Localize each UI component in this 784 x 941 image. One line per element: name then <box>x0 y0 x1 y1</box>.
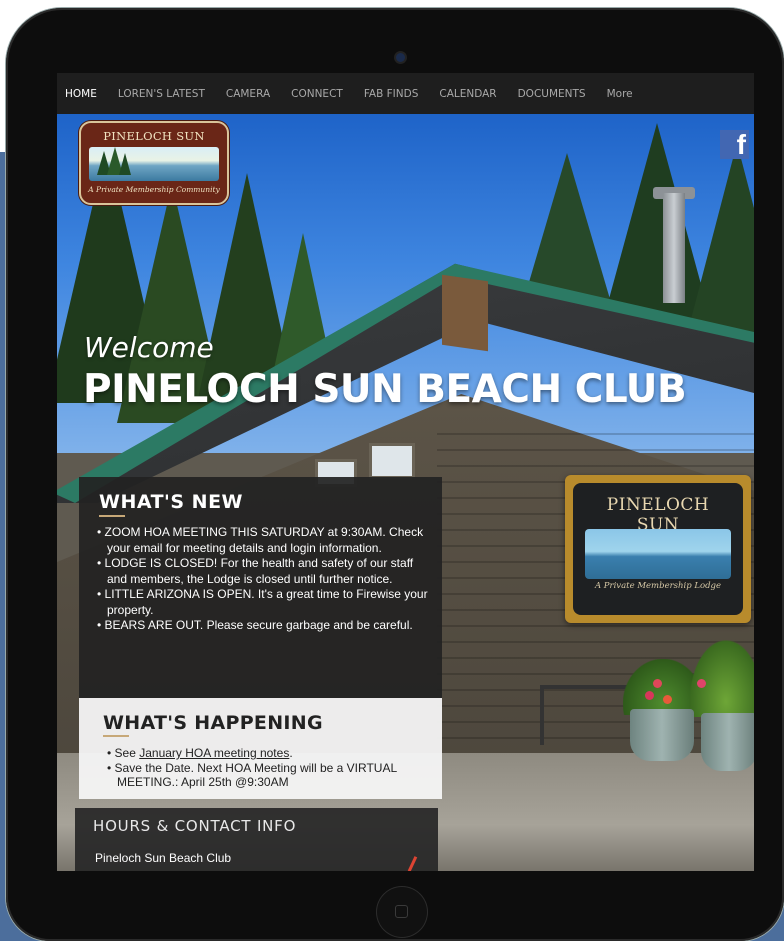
lodge-sign-scene <box>585 529 731 579</box>
lodge-sign-title: PINELOCH SUN <box>606 495 710 535</box>
hero-title: PINELOCH SUN BEACH CLUB <box>83 367 687 412</box>
list-item: LODGE IS CLOSED! For the health and safe… <box>97 556 433 587</box>
planter-pot <box>701 713 754 771</box>
whats-happening-list: See January HOA meeting notes. Save the … <box>107 746 433 790</box>
nav-item-calendar[interactable]: CALENDAR <box>439 88 496 100</box>
lodge-window <box>369 443 415 479</box>
site-logo[interactable]: PINELOCH SUN A Private Membership Commun… <box>79 121 229 205</box>
hours-line: Pineloch Sun Beach Club <box>95 851 232 865</box>
hero-welcome: Welcome <box>84 331 214 364</box>
list-item: ZOOM HOA MEETING THIS SATURDAY at 9:30AM… <box>97 525 433 556</box>
nav-item-home[interactable]: HOME <box>65 88 97 100</box>
list-item: LITTLE ARIZONA IS OPEN. It's a great tim… <box>97 587 433 618</box>
website-screen: PINELOCH SUN A Private Membership Lodge … <box>57 73 754 871</box>
flower <box>653 679 662 688</box>
item-prefix: See <box>114 746 140 760</box>
railing-post <box>540 685 544 745</box>
top-navigation: HOME LOREN'S LATEST CAMERA CONNECT FAB F… <box>57 73 754 114</box>
heading-divider <box>103 735 129 737</box>
nav-item-documents[interactable]: DOCUMENTS <box>518 88 586 100</box>
planter-pot <box>630 709 694 761</box>
flower <box>697 679 706 688</box>
nav-item-fab-finds[interactable]: FAB FINDS <box>364 88 419 100</box>
front-camera-icon <box>396 53 405 62</box>
list-item: See January HOA meeting notes. <box>107 746 433 761</box>
whats-new-list: ZOOM HOA MEETING THIS SATURDAY at 9:30AM… <box>97 525 433 634</box>
hours-contact-panel: HOURS & CONTACT INFO Pineloch Sun Beach … <box>75 808 438 871</box>
flower <box>645 691 654 700</box>
heading-divider <box>99 515 125 517</box>
whats-happening-panel: WHAT'S HAPPENING See January HOA meeting… <box>79 698 442 799</box>
logo-scene <box>89 147 219 181</box>
nav-item-connect[interactable]: CONNECT <box>291 88 343 100</box>
chimney <box>663 193 685 303</box>
nav-item-camera[interactable]: CAMERA <box>226 88 270 100</box>
flower <box>663 695 672 704</box>
whats-new-heading: WHAT'S NEW <box>99 491 244 513</box>
facebook-icon[interactable]: f <box>720 130 749 159</box>
hoa-notes-link[interactable]: January HOA meeting notes <box>139 746 289 760</box>
logo-subtitle: A Private Membership Community <box>88 185 220 194</box>
roof-beam <box>442 274 488 352</box>
logo-title: PINELOCH SUN <box>103 129 205 143</box>
list-item: Save the Date. Next HOA Meeting will be … <box>107 761 433 790</box>
lodge-sign-subtitle: A Private Membership Lodge <box>594 581 722 591</box>
nav-item-more[interactable]: More <box>607 88 633 100</box>
nav-item-lorens-latest[interactable]: LOREN'S LATEST <box>118 88 205 100</box>
list-item: BEARS ARE OUT. Please secure garbage and… <box>97 618 433 634</box>
railing <box>540 685 630 689</box>
whats-happening-heading: WHAT'S HAPPENING <box>103 712 323 734</box>
planter-plant <box>689 639 754 717</box>
hours-heading: HOURS & CONTACT INFO <box>93 817 297 835</box>
pencil-icon <box>407 856 418 871</box>
item-suffix: . <box>289 746 293 760</box>
home-button[interactable] <box>376 886 428 938</box>
tablet-frame: PINELOCH SUN A Private Membership Lodge … <box>6 8 784 941</box>
home-button-icon <box>395 905 408 918</box>
whats-new-panel: WHAT'S NEW ZOOM HOA MEETING THIS SATURDA… <box>79 477 442 698</box>
